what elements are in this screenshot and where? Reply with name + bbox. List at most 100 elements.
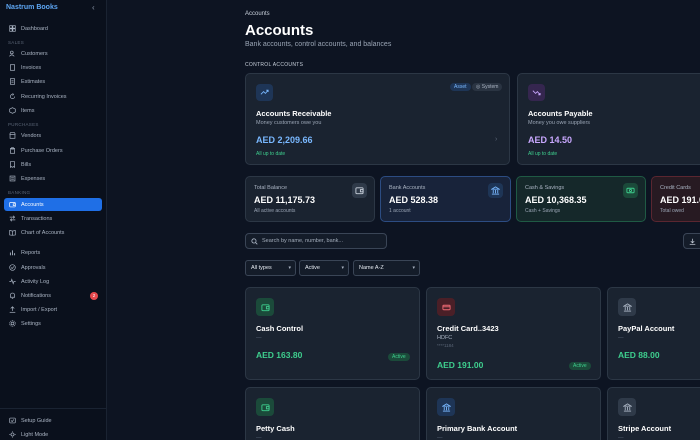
store-icon (8, 132, 16, 140)
banknote-icon (623, 183, 638, 198)
chevron-down-icon: ▾ (288, 265, 291, 271)
sidebar-item-expenses[interactable]: Expenses (4, 172, 102, 185)
summary-total-balance: Total Balance AED 11,175.73 All active a… (245, 176, 375, 222)
sidebar-item-label: Setup Guide (21, 417, 52, 424)
status-badge: Active (388, 353, 410, 361)
account-card-cash-control[interactable]: Cash Control — AED 163.80 Active (245, 287, 420, 380)
sidebar-item-label: Activity Log (21, 278, 50, 285)
control-card-receivable[interactable]: Asset ◎ System Accounts Receivable Money… (245, 73, 510, 165)
list-icon (8, 175, 16, 183)
sidebar-item-chart-of-accounts[interactable]: Chart of Accounts (4, 226, 102, 239)
sidebar-item-label: Accounts (21, 201, 44, 208)
summary-cash-savings[interactable]: Cash & Savings AED 10,368.35 Cash + Savi… (516, 176, 646, 222)
sidebar-item-bills[interactable]: Bills (4, 158, 102, 171)
control-accounts-heading: CONTROL ACCOUNTS (245, 62, 304, 68)
sidebar-item-notifications[interactable]: Notifications 2 (4, 289, 102, 302)
breadcrumb[interactable]: Accounts (245, 11, 270, 17)
account-card-petty-cash[interactable]: Petty Cash — (245, 387, 420, 440)
summary-label: Bank Accounts (389, 185, 426, 191)
summary-label: Total Balance (254, 185, 288, 191)
clipboard-icon (8, 147, 16, 155)
account-bank: HDFC (437, 335, 453, 341)
select-value: Active (305, 265, 320, 271)
sidebar-item-estimates[interactable]: Estimates (4, 75, 102, 88)
sidebar-item-setup-guide[interactable]: Setup Guide (4, 414, 102, 427)
account-sub: — (256, 335, 262, 341)
wallet-icon (256, 298, 274, 316)
account-card-credit-card[interactable]: Credit Card..3423 HDFC ****1184 AED 191.… (426, 287, 601, 380)
receipt-icon (8, 161, 16, 169)
account-sub: — (256, 435, 262, 440)
account-status: All up to date (256, 151, 286, 157)
sidebar-item-label: Notifications (21, 292, 51, 299)
sidebar-item-invoices[interactable]: Invoices (4, 61, 102, 74)
summary-credit-cards[interactable]: Credit Cards AED 191.0 Total owed (651, 176, 700, 222)
sidebar-item-approvals[interactable]: Approvals (4, 261, 102, 274)
sidebar-item-recurring-invoices[interactable]: Recurring Invoices (4, 90, 102, 103)
wallet-icon (256, 398, 274, 416)
account-card-stripe[interactable]: Stripe Account — (607, 387, 700, 440)
sort-select[interactable]: Name A-Z ▾ (353, 260, 420, 276)
account-name: Primary Bank Account (437, 424, 518, 433)
control-card-payable[interactable]: Accounts Payable Money you owe suppliers… (517, 73, 700, 165)
search-input[interactable] (262, 238, 382, 244)
file-icon (8, 64, 16, 72)
sidebar-item-dashboard[interactable]: Dashboard (4, 22, 102, 35)
page-title: Accounts (245, 22, 314, 39)
sidebar-item-customers[interactable]: Customers (4, 47, 102, 60)
sidebar-item-items[interactable]: Items (4, 104, 102, 117)
gear-icon (8, 320, 16, 328)
chevron-down-icon: ▾ (412, 265, 415, 271)
account-name: PayPal Account (618, 324, 675, 333)
sidebar-item-label: Chart of Accounts (21, 229, 65, 236)
type-filter-select[interactable]: All types ▾ (245, 260, 296, 276)
sidebar-item-purchase-orders[interactable]: Purchase Orders (4, 144, 102, 157)
sidebar-divider (0, 408, 106, 409)
sidebar-item-settings[interactable]: Settings (4, 317, 102, 330)
chevron-left-icon[interactable]: ‹ (92, 3, 95, 12)
account-name: Credit Card..3423 (437, 324, 499, 333)
summary-sub: All active accounts (254, 208, 296, 214)
sidebar-item-import-export[interactable]: Import / Export (4, 303, 102, 316)
summary-value: AED 191.0 (660, 195, 700, 205)
account-name: Petty Cash (256, 424, 295, 433)
sidebar-item-label: Estimates (21, 78, 46, 85)
chevron-down-icon: ▾ (341, 265, 344, 271)
summary-bank-accounts[interactable]: Bank Accounts AED 528.38 1 account (380, 176, 511, 222)
download-icon (689, 238, 696, 245)
bar-chart-icon (8, 249, 16, 257)
account-name: Accounts Payable (528, 109, 593, 118)
sidebar-item-label: Invoices (21, 64, 42, 71)
box-icon (8, 107, 16, 115)
export-button[interactable] (683, 233, 700, 249)
sidebar-item-transactions[interactable]: Transactions (4, 212, 102, 225)
account-card-primary-bank[interactable]: Primary Bank Account — (426, 387, 601, 440)
sidebar-item-reports[interactable]: Reports (4, 246, 102, 259)
status-filter-select[interactable]: Active ▾ (299, 260, 349, 276)
book-icon (8, 229, 16, 237)
account-card-paypal[interactable]: PayPal Account — AED 88.00 (607, 287, 700, 380)
sidebar-item-light-mode[interactable]: Light Mode (4, 428, 102, 440)
bank-icon (488, 183, 503, 198)
bank-icon (618, 298, 636, 316)
arrows-icon (8, 215, 16, 223)
trend-up-icon (256, 84, 273, 101)
wallet-icon (352, 183, 367, 198)
sidebar-item-label: Settings (21, 320, 41, 327)
bell-icon (8, 292, 16, 300)
tag-system: ◎ System (472, 83, 503, 91)
account-amount: AED 191.00 (437, 360, 484, 370)
account-amount: AED 14.50 (528, 135, 573, 145)
section-label-sales: SALES (8, 40, 25, 45)
brand-logo[interactable]: Nastrum Books (6, 4, 58, 11)
summary-value: AED 10,368.35 (525, 195, 587, 205)
search-field[interactable] (245, 233, 387, 249)
account-amount: AED 2,209.66 (256, 135, 313, 145)
sidebar-item-accounts[interactable]: Accounts (4, 198, 102, 211)
sidebar-item-vendors[interactable]: Vendors (4, 129, 102, 142)
trend-down-icon (528, 84, 545, 101)
status-badge: Active (569, 362, 591, 370)
sidebar-item-activity-log[interactable]: Activity Log (4, 275, 102, 288)
account-amount: AED 163.80 (256, 350, 303, 360)
bank-icon (618, 398, 636, 416)
